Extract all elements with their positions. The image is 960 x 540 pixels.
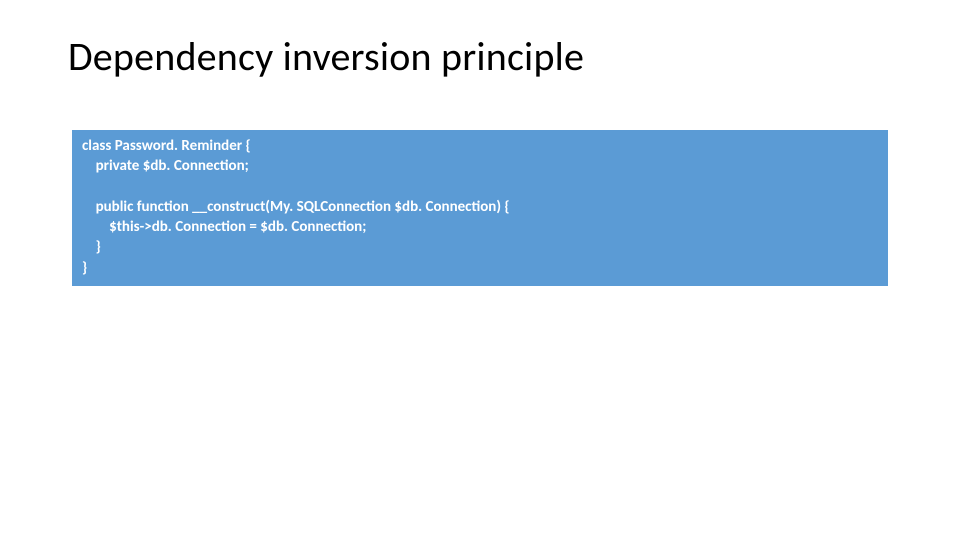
code-block: class Password. Reminder { private $db. … <box>72 130 888 286</box>
page-title: Dependency inversion principle <box>68 32 584 81</box>
code-line: $this->db. Connection = $db. Connection; <box>82 218 366 236</box>
code-line: private $db. Connection; <box>82 157 249 175</box>
code-line: class Password. Reminder { <box>82 137 251 155</box>
slide: Dependency inversion principle class Pas… <box>0 0 960 540</box>
code-line: } <box>82 238 101 256</box>
code-line: public function __construct(My. SQLConne… <box>82 198 510 216</box>
code-line: } <box>82 259 87 277</box>
